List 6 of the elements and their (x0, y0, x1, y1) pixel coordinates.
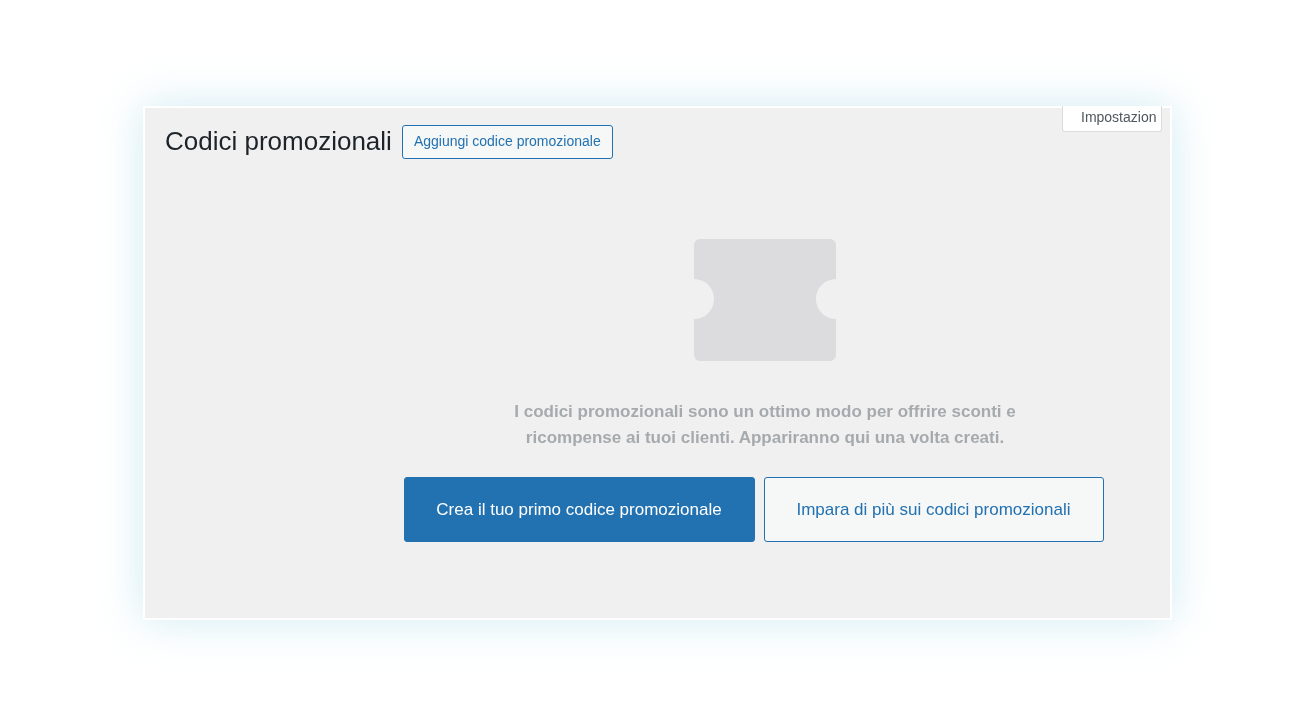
create-promo-code-button[interactable]: Crea il tuo primo codice promozionale (403, 477, 755, 542)
page-title: Codici promozionali (165, 125, 392, 158)
learn-more-button[interactable]: Impara di più sui codici promozionali (763, 477, 1104, 542)
empty-state-message: I codici promozionali sono un ottimo modo per offrire sconti e ricompense ai tuoi clienti. Appariranno qui una volta creati. (513, 401, 1017, 449)
settings-tab[interactable]: Impostazion (1062, 106, 1162, 132)
add-promo-code-button[interactable]: Aggiungi codice promozionale (401, 124, 613, 159)
